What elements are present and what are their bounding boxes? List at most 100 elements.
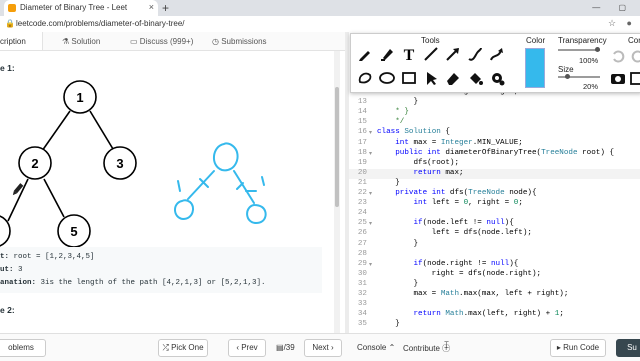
transparency-value: 100% — [579, 56, 599, 65]
description-panel: e 1: 1 2 3 5 t: root = [1,2,3,4,5] ut: 3… — [0, 51, 345, 333]
line-number: 22 — [357, 189, 367, 197]
transparency-slider-thumb[interactable] — [595, 47, 600, 52]
code-text: left = dfs(node.left); — [377, 229, 532, 238]
line-number: 28 — [357, 249, 367, 258]
fold-chevron-icon[interactable]: ▾ — [369, 261, 372, 268]
text-icon[interactable]: T — [401, 46, 417, 62]
code-text: public int diameterOfBinaryTree(TreeNode… — [395, 148, 615, 157]
eraser-icon[interactable] — [445, 70, 461, 86]
console-toggle[interactable]: Console ⌃ — [357, 343, 395, 352]
ellipse-icon[interactable] — [379, 70, 395, 86]
browser-tab[interactable]: Diameter of Binary Tree - Leet × — [4, 0, 158, 16]
tab-solution[interactable]: ⚗ Solution — [62, 37, 100, 46]
input-label: t: — [0, 253, 10, 261]
code-line[interactable]: 35 } — [349, 320, 640, 330]
drawn-right-circle — [246, 204, 267, 225]
window-icon[interactable] — [630, 70, 640, 86]
code-line[interactable]: 21 } — [349, 179, 640, 189]
prev-label: Prev — [241, 343, 258, 352]
code-line[interactable]: 15 */ — [349, 118, 640, 128]
code-line[interactable]: 17 int max = Integer.MIN_VALUE; — [349, 139, 640, 149]
chevron-up-icon: ⌃ — [386, 343, 396, 352]
submit-button[interactable]: Su — [616, 339, 640, 357]
address-bar-icons[interactable]: ☆ ● — [608, 18, 636, 29]
code-text: if(node.left != null){ — [413, 219, 514, 228]
description-scrollbar[interactable] — [334, 51, 340, 333]
tab-discuss[interactable]: ▭ Discuss (999+) — [130, 37, 193, 46]
code-line[interactable]: 16 ▾ class Solution { — [349, 128, 640, 138]
code-line[interactable]: 22 ▾ private int dfs(TreeNode node){ — [349, 189, 640, 199]
pen-icon[interactable] — [357, 46, 373, 62]
fold-chevron-icon[interactable]: ▾ — [369, 220, 372, 227]
line-number: 31 — [357, 279, 367, 288]
pointer-icon[interactable] — [423, 70, 439, 86]
pick-one-button[interactable]: ⤮ Pick One — [158, 339, 208, 357]
code-line[interactable]: 33 — [349, 300, 640, 310]
transparency-slider[interactable] — [558, 47, 600, 52]
problems-button[interactable]: oblems — [0, 339, 46, 357]
chevron-right-icon: › — [328, 343, 334, 352]
size-slider-thumb[interactable] — [565, 74, 571, 79]
tab-discuss-label: Discuss (999+) — [139, 37, 194, 46]
code-line[interactable]: 31 } — [349, 280, 640, 290]
code-line[interactable]: 27 } — [349, 240, 640, 250]
code-line[interactable]: 29 ▾ if(node.right != null){ — [349, 260, 640, 270]
code-line[interactable]: 14 * } — [349, 108, 640, 118]
camera-icon[interactable] — [610, 70, 626, 86]
curved-arrow-icon[interactable] — [489, 46, 505, 62]
window-controls[interactable]: — ▢ — [592, 3, 634, 12]
code-text: * } — [377, 108, 409, 117]
line-number: 20 — [357, 168, 367, 177]
tab-description[interactable]: cription — [0, 32, 43, 50]
undo-icon[interactable] — [610, 48, 626, 64]
new-tab-button[interactable]: + — [162, 1, 169, 15]
explanation-value: 3is the length of the path [4,2,1,3] or … — [36, 279, 266, 287]
url-text[interactable]: leetcode.com/problems/diameter-of-binary… — [16, 19, 185, 28]
scrollbar-thumb[interactable] — [335, 87, 339, 207]
code-text: } — [377, 98, 419, 107]
code-line[interactable]: 30 right = dfs(node.right); — [349, 270, 640, 280]
code-line[interactable]: 25 ▾ if(node.left != null){ — [349, 219, 640, 229]
drawn-tick-3 — [177, 180, 181, 192]
line-number: 33 — [357, 300, 367, 309]
page-count[interactable]: ▤/39 — [276, 343, 295, 352]
settings-icon[interactable] — [489, 70, 505, 86]
drawn-tick-2 — [236, 182, 244, 190]
next-label: Next — [312, 343, 329, 352]
code-line[interactable]: 28 — [349, 250, 640, 260]
lasso-icon[interactable] — [357, 70, 373, 86]
code-line[interactable]: 20 return max; — [349, 168, 640, 179]
marker-icon[interactable] — [379, 46, 395, 62]
code-line[interactable]: 34 return Math.max(left, right) + 1; — [349, 310, 640, 320]
problems-label: oblems — [8, 343, 34, 352]
close-tab-icon[interactable]: × — [149, 2, 154, 12]
fold-chevron-icon[interactable]: ▾ — [369, 129, 372, 136]
tab-submissions-label: Submissions — [221, 37, 267, 46]
code-line[interactable]: 24 — [349, 209, 640, 219]
arrow-icon[interactable] — [445, 46, 461, 62]
submissions-icon: ◷ — [212, 37, 222, 46]
drawn-tick-4 — [261, 176, 265, 186]
code-line[interactable]: 19 dfs(root); — [349, 159, 640, 169]
run-code-button[interactable]: ▸ Run Code — [550, 339, 606, 357]
code-line[interactable]: 18 ▾ public int diameterOfBinaryTree(Tree… — [349, 149, 640, 159]
code-line[interactable]: 26 left = dfs(node.left); — [349, 229, 640, 239]
code-line[interactable]: 32 max = Math.max(max, left + right); — [349, 290, 640, 300]
address-bar[interactable]: 🔒 leetcode.com/problems/diameter-of-bina… — [0, 16, 640, 33]
size-slider[interactable] — [558, 74, 600, 79]
tab-submissions[interactable]: ◷ Submissions — [212, 37, 267, 46]
contribute-label: Contribute — [403, 344, 440, 353]
curve-icon[interactable] — [467, 46, 483, 62]
line-icon[interactable] — [423, 46, 439, 62]
code-line[interactable]: 13 } — [349, 98, 640, 108]
redo-icon[interactable] — [630, 48, 640, 64]
next-button[interactable]: Next › — [304, 339, 342, 357]
prev-button[interactable]: ‹ Prev — [228, 339, 266, 357]
bottom-bar: oblems ⤮ Pick One ‹ Prev ▤/39 Next › Con… — [0, 333, 640, 361]
rectangle-icon[interactable] — [401, 70, 417, 86]
code-line[interactable]: 23 int left = 0, right = 0; — [349, 199, 640, 209]
color-swatch[interactable] — [525, 48, 545, 88]
fold-chevron-icon[interactable]: ▾ — [369, 190, 372, 197]
fold-chevron-icon[interactable]: ▾ — [369, 150, 372, 157]
fill-icon[interactable] — [467, 70, 483, 86]
